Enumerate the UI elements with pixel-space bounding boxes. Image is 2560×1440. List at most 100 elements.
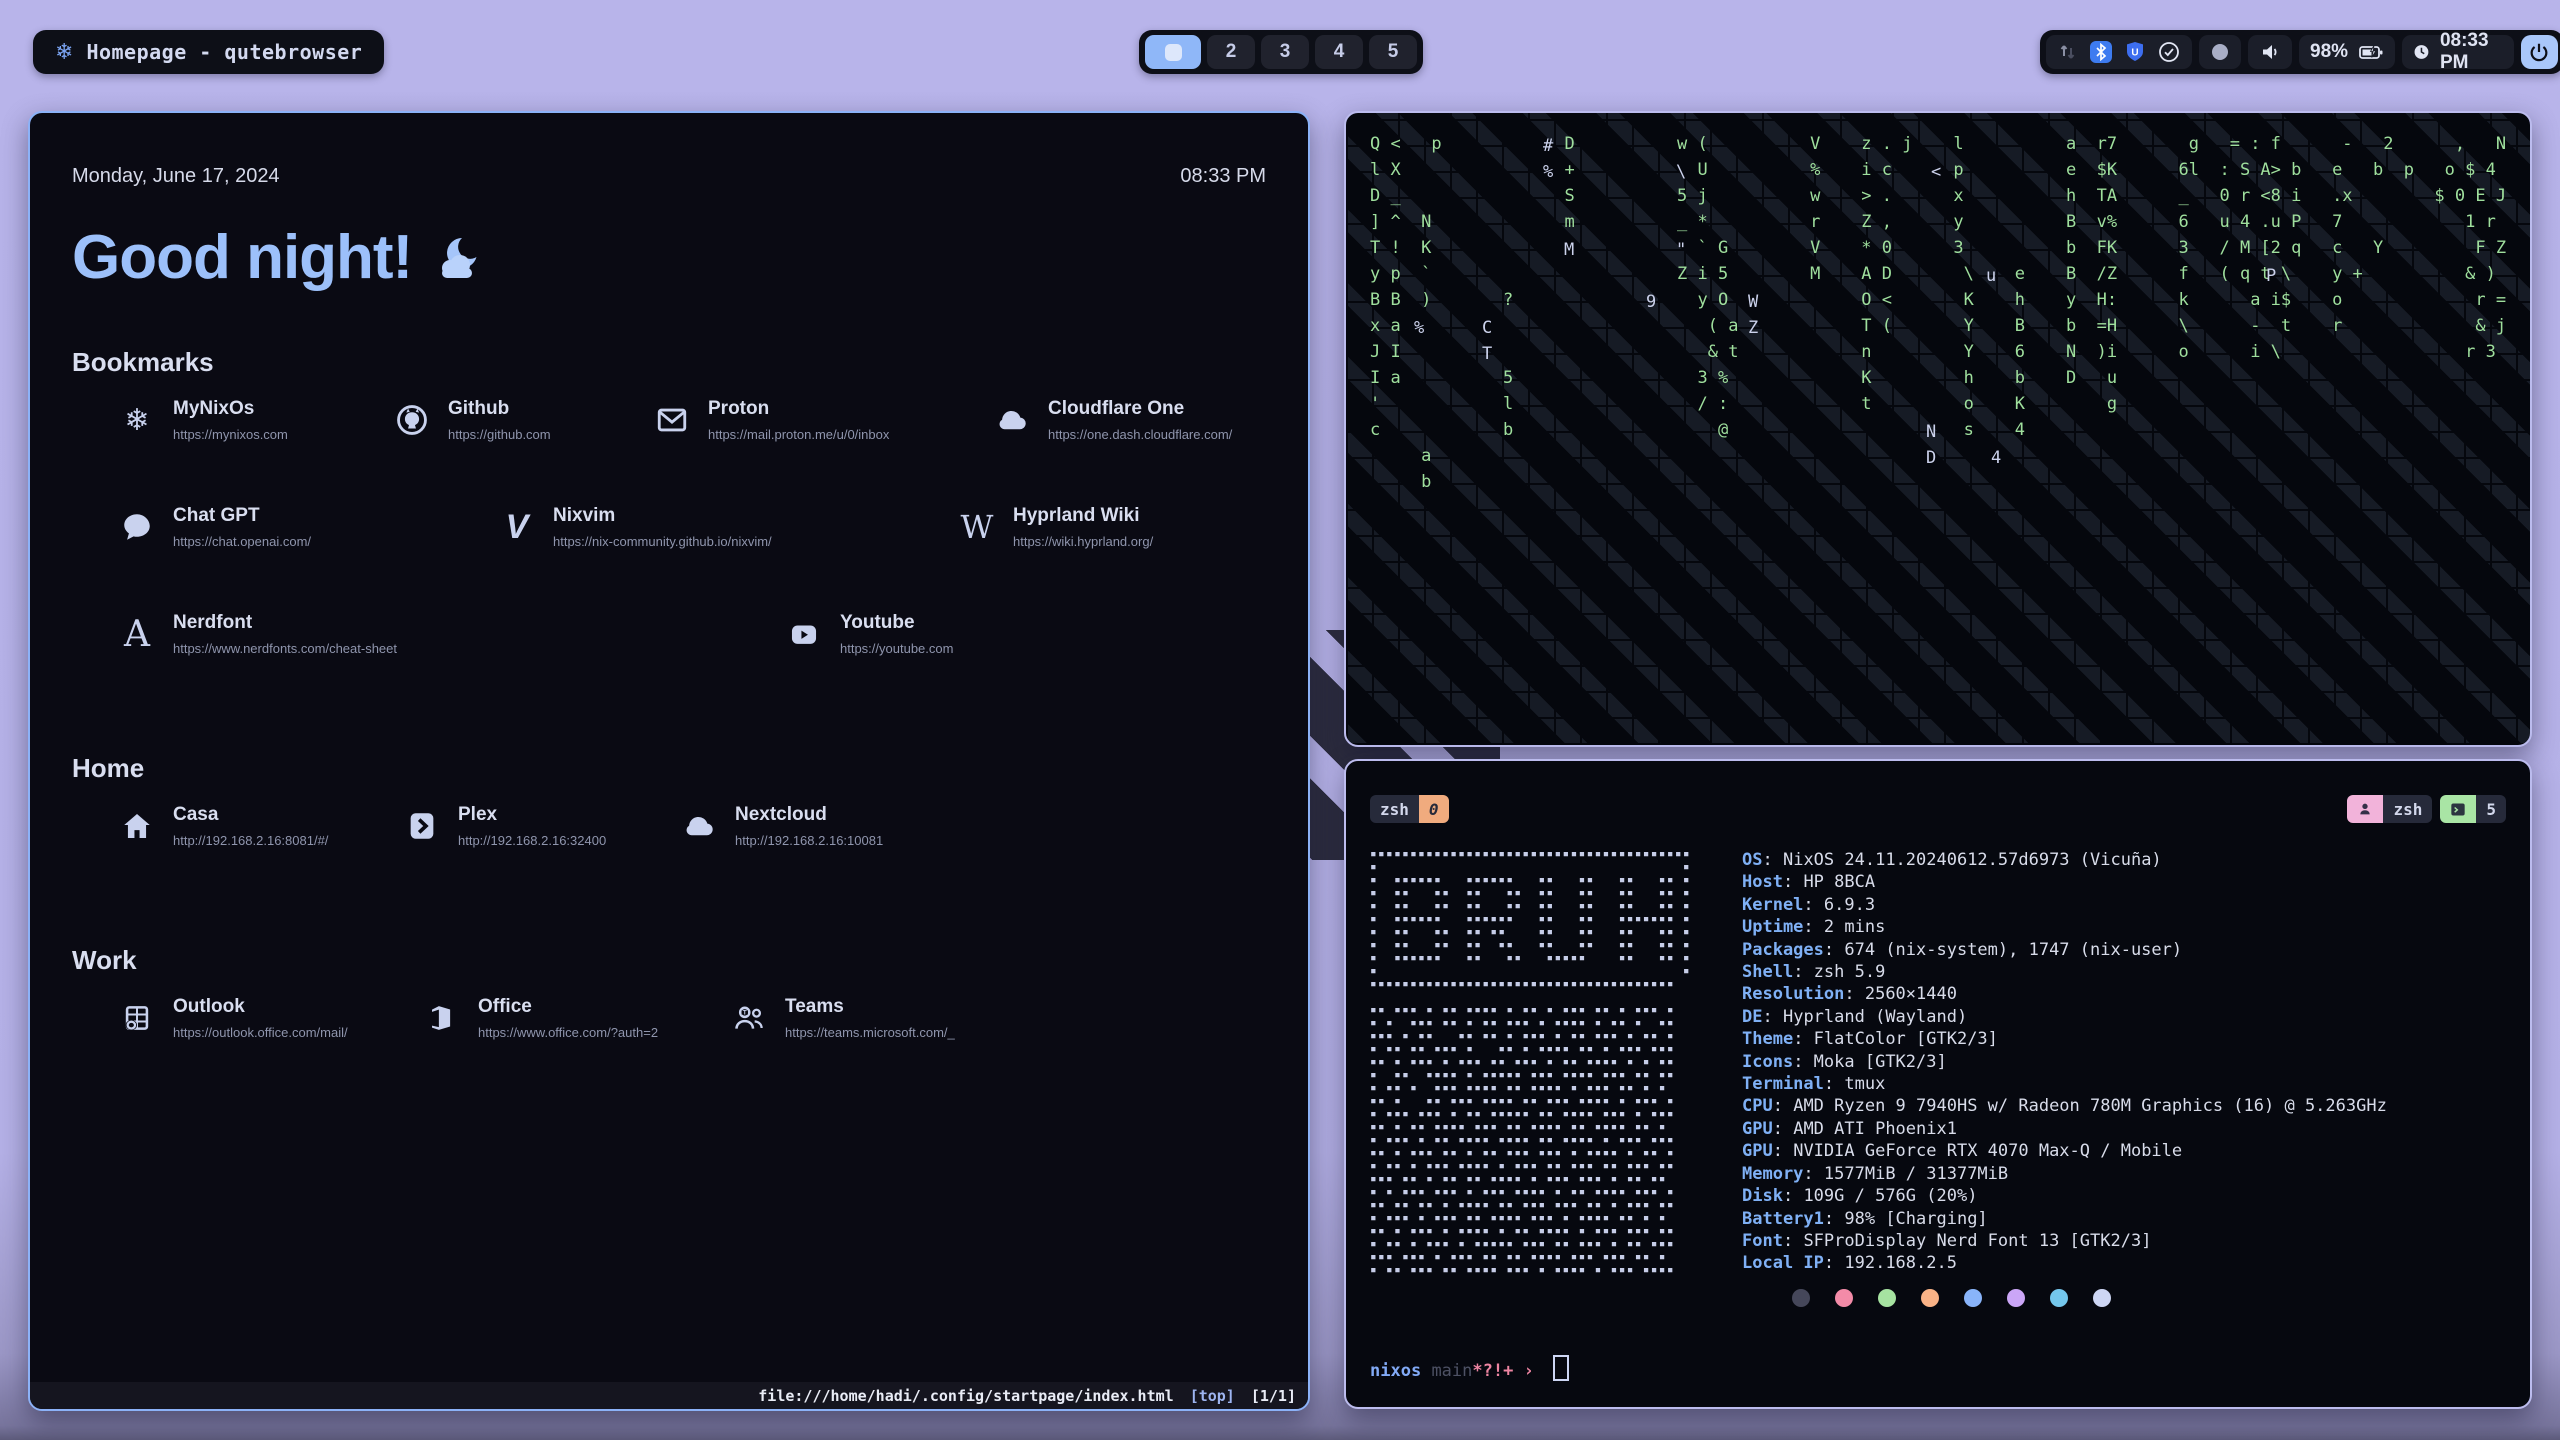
fastfetch-line: DE: Hyprland (Wayland) — [1742, 1006, 2387, 1028]
fastfetch-line: CPU: AMD Ryzen 9 7940HS w/ Radeon 780M G… — [1742, 1095, 2387, 1117]
workspace-4[interactable]: 4 — [1315, 35, 1363, 69]
matrix-accent-char: # — [1543, 133, 1553, 159]
battery-chip[interactable]: 98% — [2299, 35, 2395, 69]
workspace-2[interactable]: 2 — [1207, 35, 1255, 69]
section-title-home: Home — [72, 753, 1266, 784]
startpage-date: Monday, June 17, 2024 — [72, 165, 280, 188]
bookmark-label: Plex — [458, 804, 606, 826]
startpage-time: 08:33 PM — [1180, 165, 1266, 188]
bookmark-url: https://teams.microsoft.com/_ — [785, 1025, 955, 1040]
qutebrowser-window[interactable]: Monday, June 17, 2024 08:33 PM Good nigh… — [28, 111, 1310, 1411]
prompt-git-branch: main — [1431, 1361, 1472, 1381]
greeting-text: Good night! — [72, 222, 412, 293]
workspace-5[interactable]: 5 — [1369, 35, 1417, 69]
terminal-icon — [2450, 802, 2466, 817]
bookmarks-row-3: A Nerdfont https://www.nerdfonts.com/che… — [72, 612, 1266, 699]
fastfetch-line: GPU: AMD ATI Phoenix1 — [1742, 1118, 2387, 1140]
bookmark-outlook[interactable]: Outlook https://outlook.office.com/mail/ — [117, 996, 348, 1040]
tray-icons-group[interactable]: U — [2046, 35, 2192, 69]
shell-prompt[interactable]: nixos main*?!+ › — [1370, 1355, 1569, 1381]
bookmark-nextcloud[interactable]: Nextcloud http://192.168.2.16:10081 — [679, 804, 883, 848]
bookmark-office[interactable]: Office https://www.office.com/?auth=2 — [422, 996, 658, 1040]
notification-dot-chip[interactable] — [2199, 35, 2241, 69]
matrix-accent-char: % — [1414, 315, 1424, 341]
speaker-icon — [2259, 41, 2281, 63]
matrix-accent-char: 9 — [1646, 289, 1656, 315]
bookmark-github[interactable]: Github https://github.com — [392, 398, 551, 442]
bookmark-label: Nerdfont — [173, 612, 397, 634]
palette-dot — [1835, 1289, 1853, 1307]
nix-snowflake-icon: ❄ — [117, 398, 157, 442]
active-workspace-dot — [1165, 44, 1182, 61]
outlook-icon — [117, 996, 157, 1040]
bookmark-teams[interactable]: T Teams https://teams.microsoft.com/_ — [729, 996, 955, 1040]
bookmark-proton[interactable]: Proton https://mail.proton.me/u/0/inbox — [652, 398, 889, 442]
envelope-icon — [652, 398, 692, 442]
wiki-w-icon: W — [957, 505, 997, 549]
clock-icon — [2413, 41, 2430, 63]
prompt-arrow: › — [1524, 1361, 1534, 1381]
bookmark-label: Github — [448, 398, 551, 420]
battery-charging-icon — [2358, 41, 2384, 63]
clock-chip[interactable]: 08:33 PM — [2402, 35, 2514, 69]
fastfetch-line: Disk: 109G / 576G (20%) — [1742, 1185, 2387, 1207]
cloud-icon — [992, 398, 1032, 442]
bookmark-url: https://wiki.hyprland.org/ — [1013, 534, 1153, 549]
clock-time: 08:33 PM — [2440, 30, 2503, 74]
bookmark-casa[interactable]: Casa http://192.168.2.16:8081/#/ — [117, 804, 328, 848]
bookmark-mynixos[interactable]: ❄ MyNixOs https://mynixos.com — [117, 398, 288, 442]
bookmark-url: https://youtube.com — [840, 641, 953, 656]
nixos-logo-icon: ❄ — [55, 41, 73, 63]
fastfetch-line: Memory: 1577MiB / 31377MiB — [1742, 1163, 2387, 1185]
window-title-pill: ❄ Homepage - qutebrowser — [33, 30, 384, 74]
letter-a-icon: A — [117, 612, 157, 656]
house-icon — [117, 804, 157, 848]
bookmark-url: http://192.168.2.16:32400 — [458, 833, 606, 848]
bookmarks-row-1: ❄ MyNixOs https://mynixos.com Github htt… — [72, 398, 1266, 485]
status-dot-icon — [2210, 42, 2230, 62]
prompt-git-flags: *?!+ — [1472, 1361, 1513, 1381]
workspace-1-active[interactable] — [1145, 35, 1201, 69]
volume-chip[interactable] — [2248, 35, 2292, 69]
bookmark-chatgpt[interactable]: Chat GPT https://chat.openai.com/ — [117, 505, 311, 549]
bookmark-hyprland-wiki[interactable]: W Hyprland Wiki https://wiki.hyprland.or… — [957, 505, 1153, 549]
bookmark-label: Chat GPT — [173, 505, 311, 527]
youtube-play-icon — [784, 612, 824, 656]
fastfetch-line: Shell: zsh 5.9 — [1742, 961, 2387, 983]
matrix-terminal-window[interactable]: Q < p D w ( V z . j l a r7 g = : f - 2 ,… — [1344, 111, 2532, 747]
battery-percent: 98% — [2310, 41, 2348, 63]
bookmark-url: http://192.168.2.16:10081 — [735, 833, 883, 848]
fastfetch-line: Terminal: tmux — [1742, 1073, 2387, 1095]
tmux-window-count[interactable]: 5 — [2476, 795, 2506, 823]
fastfetch-line: Host: HP 8BCA — [1742, 871, 2387, 893]
fastfetch-terminal-window[interactable]: zsh 0 zsh 5 — [1344, 759, 2532, 1409]
bookmark-youtube[interactable]: Youtube https://youtube.com — [784, 612, 953, 656]
palette-dot — [2093, 1289, 2111, 1307]
bookmark-url: https://nix-community.github.io/nixvim/ — [553, 534, 772, 549]
fastfetch-line: Packages: 674 (nix-system), 1747 (nix-us… — [1742, 939, 2387, 961]
tmux-user-chip — [2347, 795, 2383, 823]
palette-dot — [2050, 1289, 2068, 1307]
matrix-accent-char: W — [1748, 289, 1758, 315]
bookmark-nixvim[interactable]: V Nixvim https://nix-community.github.io… — [497, 505, 772, 549]
statusbar-scroll-position: [top] — [1190, 1387, 1235, 1405]
bookmark-label: Nixvim — [553, 505, 772, 527]
bookmark-plex[interactable]: Plex http://192.168.2.16:32400 — [402, 804, 606, 848]
workspace-3[interactable]: 3 — [1261, 35, 1309, 69]
bookmark-url: https://www.nerdfonts.com/cheat-sheet — [173, 641, 397, 656]
bookmark-url: https://www.office.com/?auth=2 — [478, 1025, 658, 1040]
tmux-window-index[interactable]: 0 — [1419, 795, 1449, 823]
work-row: Outlook https://outlook.office.com/mail/… — [72, 996, 1266, 1083]
tmux-session-shell[interactable]: zsh — [2383, 795, 2432, 823]
fastfetch-line: Font: SFProDisplay Nerd Font 13 [GTK2/3] — [1742, 1230, 2387, 1252]
power-button[interactable] — [2521, 35, 2557, 69]
bookmark-label: Youtube — [840, 612, 953, 634]
bookmark-label: Outlook — [173, 996, 348, 1018]
bookmark-url: https://mynixos.com — [173, 427, 288, 442]
fastfetch-info: OS: NixOS 24.11.20240612.57d6973 (Vicuña… — [1742, 849, 2387, 1275]
bookmark-cloudflare-one[interactable]: Cloudflare One https://one.dash.cloudfla… — [992, 398, 1232, 442]
tmux-shell-label[interactable]: zsh — [1370, 795, 1419, 823]
bookmark-label: Nextcloud — [735, 804, 883, 826]
fastfetch-line: Local IP: 192.168.2.5 — [1742, 1252, 2387, 1274]
bookmark-nerdfont[interactable]: A Nerdfont https://www.nerdfonts.com/che… — [117, 612, 397, 656]
